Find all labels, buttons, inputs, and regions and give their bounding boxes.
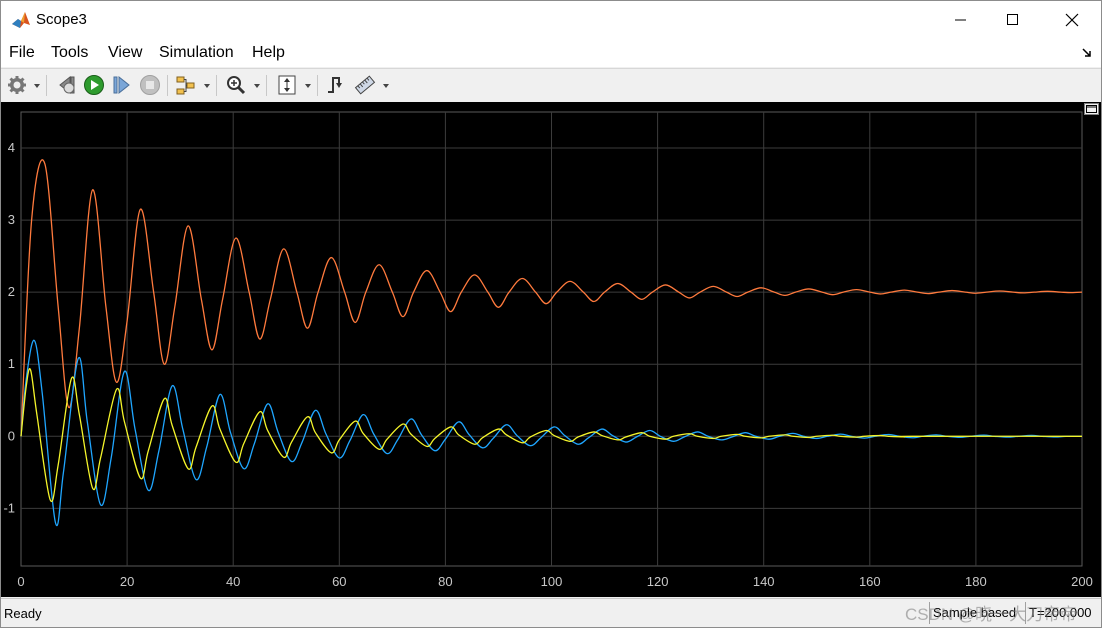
menu-file[interactable]: File <box>9 44 35 62</box>
measurements-icon[interactable] <box>354 74 376 96</box>
menu-tools-label: Tools <box>51 44 89 61</box>
gear-dropdown-icon[interactable] <box>34 84 40 88</box>
y-tick-label: 1 <box>8 356 15 371</box>
x-tick-label: 40 <box>226 574 240 589</box>
menu-help[interactable]: Help <box>252 44 285 62</box>
x-tick-label: 80 <box>438 574 452 589</box>
x-tick-label: 0 <box>17 574 24 589</box>
run-icon[interactable] <box>83 74 105 96</box>
highlight-block-icon[interactable] <box>175 74 197 96</box>
measurements-dropdown-icon[interactable] <box>383 84 389 88</box>
close-button[interactable] <box>1049 1 1095 39</box>
toolbar-separator <box>317 75 318 96</box>
x-tick-label: 200 <box>1071 574 1093 589</box>
zoom-icon[interactable] <box>225 74 247 96</box>
y-tick-label: -1 <box>3 500 15 515</box>
toolbar <box>1 68 1101 103</box>
status-text: Ready <box>4 606 42 621</box>
scope-display[interactable]: 0 20 40 60 80 100 120 140 160 180 200 -1 0 1 2 3 4 <box>1 102 1101 597</box>
menu-help-label: Help <box>252 44 285 61</box>
dock-arrow-icon[interactable] <box>1081 46 1093 58</box>
autoscale-icon[interactable] <box>276 74 298 96</box>
highlight-dropdown-icon[interactable] <box>204 84 210 88</box>
toolbar-separator <box>266 75 267 96</box>
window-title: Scope3 <box>36 11 87 28</box>
y-tick-label: 0 <box>8 428 15 443</box>
x-tick-label: 60 <box>332 574 346 589</box>
menu-tools[interactable]: Tools <box>51 44 88 62</box>
x-tick-label: 160 <box>859 574 881 589</box>
toolbar-separator <box>167 75 168 96</box>
close-icon <box>1065 13 1079 27</box>
menu-view[interactable]: View <box>108 44 142 62</box>
minimize-button[interactable] <box>938 1 984 39</box>
maximize-icon <box>1007 14 1018 25</box>
zoom-dropdown-icon[interactable] <box>254 84 260 88</box>
x-tick-label: 180 <box>965 574 987 589</box>
minimize-icon <box>955 19 966 21</box>
matlab-logo-icon <box>11 10 31 30</box>
menu-bar: File Tools View Simulation Help <box>1 39 1101 67</box>
toolbar-separator <box>46 75 47 96</box>
x-tick-label: 100 <box>541 574 563 589</box>
menu-view-label: View <box>108 44 143 61</box>
y-tick-label: 4 <box>8 140 15 155</box>
x-tick-label: 120 <box>647 574 669 589</box>
stop-icon[interactable] <box>139 74 161 96</box>
x-tick-label: 140 <box>753 574 775 589</box>
title-bar: Scope3 <box>1 1 1101 39</box>
y-tick-label: 3 <box>8 212 15 227</box>
watermark: CSDN @晓一大刀帝帝 <box>905 605 1078 624</box>
triggers-icon[interactable] <box>325 74 347 96</box>
step-forward-icon[interactable] <box>111 74 133 96</box>
toolbar-separator <box>216 75 217 96</box>
menu-simulation[interactable]: Simulation <box>159 44 234 62</box>
scope-window: Scope3 File Tools View Simulation Help 0… <box>0 0 1102 628</box>
gear-icon[interactable] <box>6 74 28 96</box>
y-tick-label: 2 <box>8 284 15 299</box>
autoscale-dropdown-icon[interactable] <box>305 84 311 88</box>
menu-file-label: File <box>9 44 35 61</box>
maximize-button[interactable] <box>990 1 1036 39</box>
step-back-icon[interactable] <box>56 74 78 96</box>
menu-simulation-label: Simulation <box>159 44 234 61</box>
x-tick-label: 20 <box>120 574 134 589</box>
undock-axes-icon[interactable] <box>1084 103 1099 115</box>
scope-plot: 0 20 40 60 80 100 120 140 160 180 200 -1 0 1 2 3 4 <box>3 111 1093 589</box>
